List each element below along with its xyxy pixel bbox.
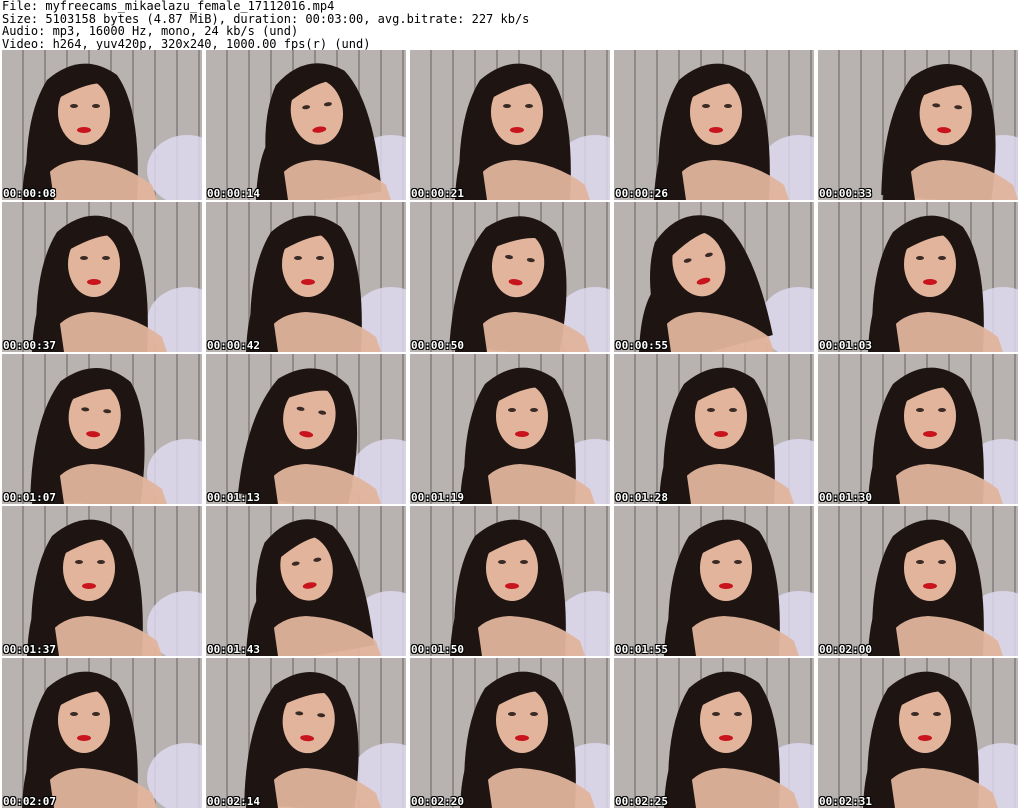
video-frame-thumbnail: 00:00:42 bbox=[206, 202, 406, 352]
video-frame-thumbnail: 00:02:31 bbox=[818, 658, 1018, 808]
video-frame-thumbnail: 00:00:14 bbox=[206, 50, 406, 200]
frame-timestamp: 00:01:19 bbox=[411, 491, 464, 504]
frame-timestamp: 00:00:50 bbox=[411, 339, 464, 352]
frame-timestamp: 00:00:14 bbox=[207, 187, 260, 200]
frame-timestamp: 00:00:26 bbox=[615, 187, 668, 200]
video-frame-thumbnail: 00:01:30 bbox=[818, 354, 1018, 504]
video-frame-thumbnail: 00:00:37 bbox=[2, 202, 202, 352]
video-info-line: Video: h264, yuv420p, 320x240, 1000.00 f… bbox=[2, 36, 371, 51]
video-frame-thumbnail: 00:02:25 bbox=[614, 658, 814, 808]
frame-timestamp: 00:01:30 bbox=[819, 491, 872, 504]
frame-image bbox=[818, 354, 1018, 504]
audio-info-line: Audio: mp3, 16000 Hz, mono, 24 kb/s (und… bbox=[2, 24, 299, 38]
frame-image bbox=[410, 658, 610, 808]
frame-image bbox=[206, 354, 406, 504]
frame-timestamp: 00:02:07 bbox=[3, 795, 56, 808]
frame-image bbox=[2, 658, 202, 808]
frame-image bbox=[614, 506, 814, 656]
frame-image bbox=[614, 354, 814, 504]
frame-timestamp: 00:00:08 bbox=[3, 187, 56, 200]
frame-image bbox=[614, 50, 814, 200]
video-frame-thumbnail: 00:01:37 bbox=[2, 506, 202, 656]
video-frame-thumbnail: 00:02:07 bbox=[2, 658, 202, 808]
frame-image bbox=[2, 354, 202, 504]
video-frame-thumbnail: 00:01:19 bbox=[410, 354, 610, 504]
frame-timestamp: 00:00:42 bbox=[207, 339, 260, 352]
frame-timestamp: 00:00:21 bbox=[411, 187, 464, 200]
frame-image bbox=[206, 202, 406, 352]
frame-image bbox=[818, 658, 1018, 808]
frame-timestamp: 00:01:43 bbox=[207, 643, 260, 656]
video-frame-thumbnail: 00:02:14 bbox=[206, 658, 406, 808]
frame-timestamp: 00:01:55 bbox=[615, 643, 668, 656]
file-name-line: File: myfreecams_mikaelazu_female_171120… bbox=[2, 0, 335, 13]
frame-timestamp: 00:02:14 bbox=[207, 795, 260, 808]
video-frame-thumbnail: 00:01:55 bbox=[614, 506, 814, 656]
frame-image bbox=[206, 658, 406, 808]
frame-timestamp: 00:01:28 bbox=[615, 491, 668, 504]
video-frame-thumbnail: 00:01:28 bbox=[614, 354, 814, 504]
video-frame-thumbnail: 00:01:07 bbox=[2, 354, 202, 504]
frame-image bbox=[614, 658, 814, 808]
video-frame-thumbnail: 00:00:26 bbox=[614, 50, 814, 200]
frame-image bbox=[2, 50, 202, 200]
frame-image bbox=[410, 506, 610, 656]
video-frame-thumbnail: 00:02:20 bbox=[410, 658, 610, 808]
frame-timestamp: 00:02:20 bbox=[411, 795, 464, 808]
video-frame-thumbnail: 00:01:43 bbox=[206, 506, 406, 656]
video-frame-thumbnail: 00:02:00 bbox=[818, 506, 1018, 656]
frame-image bbox=[206, 50, 406, 200]
frame-timestamp: 00:01:37 bbox=[3, 643, 56, 656]
video-frame-thumbnail: 00:00:50 bbox=[410, 202, 610, 352]
video-frame-thumbnail: 00:01:50 bbox=[410, 506, 610, 656]
frame-timestamp: 00:01:13 bbox=[207, 491, 260, 504]
frame-timestamp: 00:01:03 bbox=[819, 339, 872, 352]
thumbnail-grid: 00:00:08 00:00:14 00:00:21 00:00:26 00:00:33… bbox=[2, 50, 1024, 811]
frame-image bbox=[2, 202, 202, 352]
frame-timestamp: 00:02:25 bbox=[615, 795, 668, 808]
file-info-header: File: myfreecams_mikaelazu_female_171120… bbox=[2, 0, 1022, 50]
frame-image bbox=[818, 50, 1018, 200]
frame-image bbox=[2, 506, 202, 656]
frame-image bbox=[818, 506, 1018, 656]
video-frame-thumbnail: 00:00:55 bbox=[614, 202, 814, 352]
video-frame-thumbnail: 00:01:03 bbox=[818, 202, 1018, 352]
frame-timestamp: 00:00:37 bbox=[3, 339, 56, 352]
video-frame-thumbnail: 00:01:13 bbox=[206, 354, 406, 504]
video-frame-thumbnail: 00:00:08 bbox=[2, 50, 202, 200]
frame-image bbox=[410, 354, 610, 504]
video-frame-thumbnail: 00:00:21 bbox=[410, 50, 610, 200]
frame-timestamp: 00:00:33 bbox=[819, 187, 872, 200]
frame-timestamp: 00:01:07 bbox=[3, 491, 56, 504]
frame-timestamp: 00:02:31 bbox=[819, 795, 872, 808]
frame-image bbox=[818, 202, 1018, 352]
frame-image bbox=[410, 50, 610, 200]
frame-timestamp: 00:02:00 bbox=[819, 643, 872, 656]
frame-image bbox=[410, 202, 610, 352]
frame-image bbox=[206, 506, 406, 656]
frame-timestamp: 00:00:55 bbox=[615, 339, 668, 352]
frame-timestamp: 00:01:50 bbox=[411, 643, 464, 656]
frame-image bbox=[614, 202, 814, 352]
video-frame-thumbnail: 00:00:33 bbox=[818, 50, 1018, 200]
